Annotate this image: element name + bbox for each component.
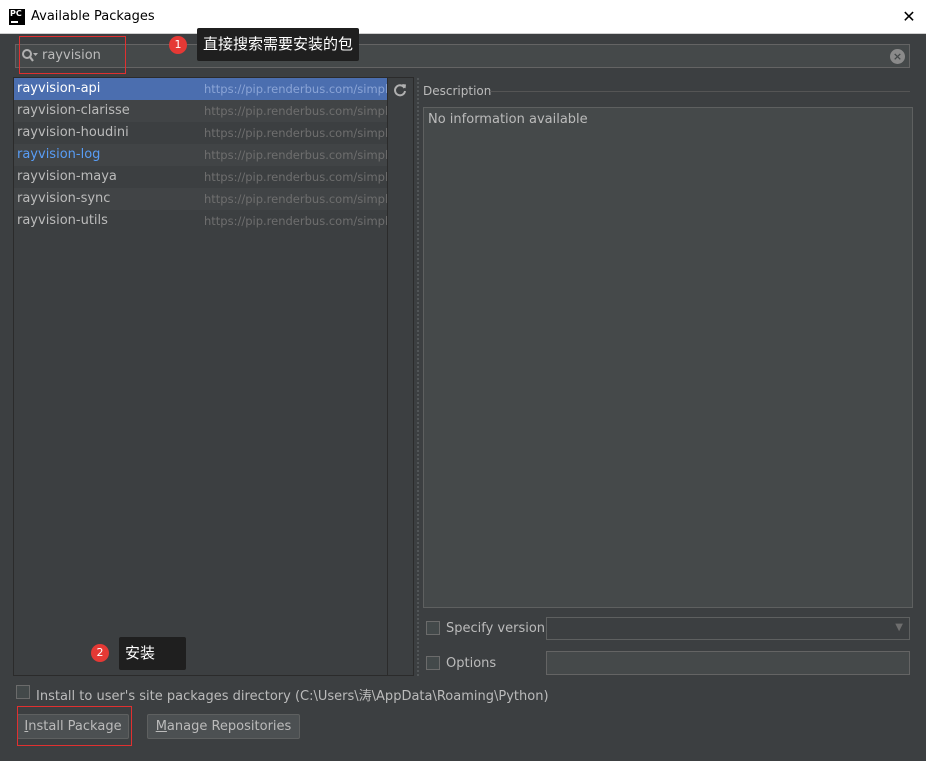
install-user-site-label[interactable]: Install to user's site packages director… [36, 685, 549, 704]
refresh-icon[interactable] [393, 83, 407, 97]
version-dropdown[interactable]: ▼ [546, 617, 910, 640]
package-name: rayvision-api [17, 81, 101, 96]
install-highlight-box [17, 706, 132, 746]
package-row[interactable]: rayvision-api https://pip.renderbus.com/s… [14, 78, 387, 100]
package-repository: https://pip.renderbus.com/simple/ [204, 170, 387, 184]
description-separator [490, 91, 910, 92]
annotation-text-1: 直接搜索需要安装的包 [197, 28, 360, 61]
package-row[interactable]: rayvision-utils https://pip.renderbus.com… [14, 210, 387, 232]
package-name: rayvision-maya [17, 169, 117, 184]
package-row[interactable]: rayvision-log https://pip.renderbus.com/s… [14, 144, 387, 166]
pycharm-app-icon: PC [9, 9, 25, 25]
app-icon-text: PC [10, 9, 22, 18]
package-repository: https://pip.renderbus.com/simple/ [204, 126, 387, 140]
package-name: rayvision-utils [17, 213, 108, 228]
package-row[interactable]: rayvision-maya https://pip.renderbus.com/… [14, 166, 387, 188]
description-text: No information available [428, 112, 588, 127]
window-title: Available Packages [31, 9, 155, 24]
title-bar: PC Available Packages ✕ [0, 0, 926, 34]
clear-search-icon[interactable]: × [890, 49, 905, 64]
package-repository: https://pip.renderbus.com/simple/ [204, 214, 387, 228]
package-name: rayvision-sync [17, 191, 111, 206]
package-repository: https://pip.renderbus.com/simple/ [204, 104, 387, 118]
specify-version-checkbox[interactable] [426, 621, 440, 635]
annotation-number-2: 2 [91, 644, 109, 662]
package-name: rayvision-log [17, 147, 101, 162]
package-name: rayvision-houdini [17, 125, 129, 140]
chevron-down-icon[interactable]: ▼ [895, 622, 903, 633]
close-button[interactable]: ✕ [892, 0, 926, 34]
manage-mnemonic: M [155, 719, 167, 734]
search-field[interactable]: rayvision × [15, 44, 910, 68]
specify-version-label[interactable]: Specify version [446, 621, 545, 636]
annotation-text-2: 安装 [119, 637, 186, 670]
description-panel: No information available [423, 107, 913, 608]
manage-label: anage Repositories [166, 719, 292, 734]
package-repository: https://pip.renderbus.com/simple/ [204, 82, 387, 96]
annotation-number-1: 1 [169, 36, 187, 54]
install-user-site-checkbox[interactable] [16, 685, 30, 699]
options-label[interactable]: Options [446, 656, 496, 671]
list-toolbar [388, 77, 414, 676]
options-checkbox[interactable] [426, 656, 440, 670]
manage-repositories-button[interactable]: Manage Repositories [147, 714, 300, 739]
package-row[interactable]: rayvision-sync https://pip.renderbus.com/… [14, 188, 387, 210]
package-repository: https://pip.renderbus.com/simple/ [204, 148, 387, 162]
package-row[interactable]: rayvision-clarisse https://pip.renderbus.… [14, 100, 387, 122]
package-name: rayvision-clarisse [17, 103, 130, 118]
package-repository: https://pip.renderbus.com/simple/ [204, 192, 387, 206]
options-field[interactable] [546, 651, 910, 675]
package-list[interactable]: rayvision-api https://pip.renderbus.com/s… [13, 77, 388, 676]
description-label: Description [423, 84, 492, 98]
search-highlight-box [19, 36, 126, 74]
package-row[interactable]: rayvision-houdini https://pip.renderbus.c… [14, 122, 387, 144]
panel-splitter[interactable] [416, 77, 420, 676]
